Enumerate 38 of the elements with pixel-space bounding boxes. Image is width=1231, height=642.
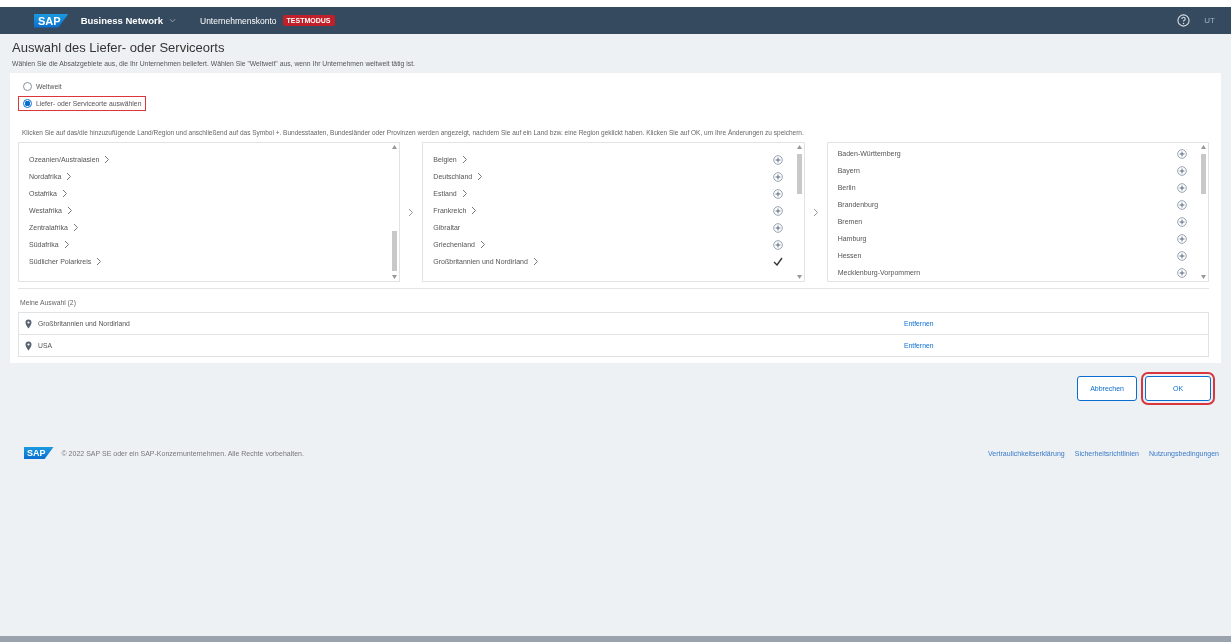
radio-circle[interactable] bbox=[23, 99, 32, 108]
scroll-down-icon[interactable] bbox=[796, 275, 802, 279]
page-title: Auswahl des Liefer- oder Serviceorts bbox=[12, 40, 226, 55]
add-icon[interactable] bbox=[1177, 199, 1187, 210]
checkmark-icon[interactable] bbox=[772, 257, 783, 266]
add-icon[interactable] bbox=[1177, 250, 1187, 261]
chevron-right-icon bbox=[408, 207, 415, 217]
scroll-up-icon[interactable] bbox=[796, 145, 802, 149]
add-icon[interactable] bbox=[1177, 267, 1187, 278]
add-icon[interactable] bbox=[1177, 148, 1187, 159]
sap-logo[interactable]: SAP bbox=[34, 13, 69, 28]
scrollbar[interactable] bbox=[390, 143, 400, 281]
add-icon[interactable] bbox=[772, 222, 783, 233]
location-pin-icon bbox=[25, 318, 32, 329]
location-pin-icon bbox=[25, 340, 32, 351]
help-icon[interactable] bbox=[1177, 14, 1191, 27]
caret-icon bbox=[169, 18, 176, 23]
scroll-down-icon[interactable] bbox=[392, 275, 398, 279]
product-menu[interactable]: Business Network bbox=[80, 15, 163, 26]
add-icon[interactable] bbox=[772, 154, 783, 165]
add-icon[interactable] bbox=[772, 205, 783, 216]
sap-logo: SAP bbox=[24, 447, 54, 459]
add-icon[interactable] bbox=[772, 239, 783, 250]
add-icon[interactable] bbox=[1177, 165, 1187, 176]
add-icon[interactable] bbox=[1177, 216, 1187, 227]
add-icon[interactable] bbox=[772, 171, 783, 182]
radio-circle[interactable] bbox=[23, 82, 32, 91]
account-link[interactable]: Unternehmenskonto bbox=[200, 15, 277, 26]
add-icon[interactable] bbox=[772, 188, 783, 199]
scrollbar[interactable] bbox=[1199, 143, 1208, 281]
scroll-up-icon[interactable] bbox=[1201, 145, 1206, 149]
chevron-right-icon bbox=[812, 207, 819, 217]
scroll-down-icon[interactable] bbox=[1201, 275, 1206, 279]
add-icon[interactable] bbox=[1177, 182, 1187, 193]
user-avatar[interactable]: UT bbox=[1204, 16, 1215, 25]
scroll-up-icon[interactable] bbox=[392, 145, 398, 149]
scrollbar[interactable] bbox=[794, 143, 804, 281]
add-icon[interactable] bbox=[1177, 233, 1187, 244]
